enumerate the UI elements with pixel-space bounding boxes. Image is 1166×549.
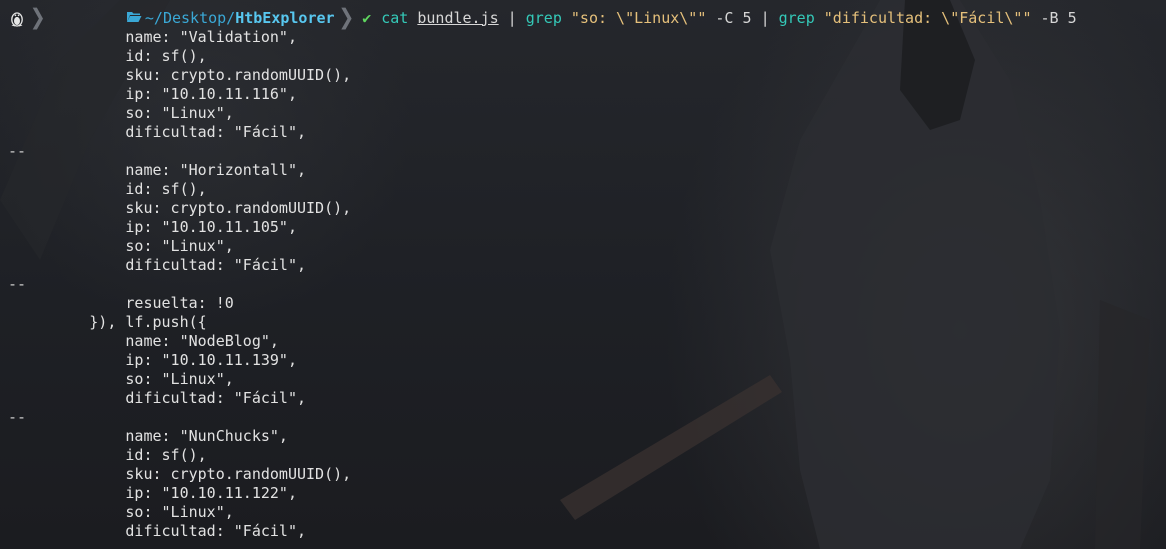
command-line[interactable]: cat bundle.js | grep "so: \"Linux\"" -C …: [381, 9, 1076, 28]
output-line: so: "Linux",: [8, 370, 234, 388]
grep-options-2: -B 5: [1031, 8, 1077, 27]
output-line: name: "NunChucks",: [8, 427, 288, 445]
output-line: so: "Linux",: [8, 237, 234, 255]
output-line: name: "Horizontall",: [8, 161, 307, 179]
pipe-2: |: [760, 8, 779, 27]
pipe-1: |: [498, 8, 526, 27]
output-line: name: "NodeBlog",: [8, 332, 279, 350]
output-line: dificultad: "Fácil",: [8, 389, 307, 407]
output-line: id: sf(),: [8, 47, 207, 65]
output-line: sku: crypto.randomUUID(),: [8, 465, 352, 483]
output-line: ip: "10.10.11.116",: [8, 85, 297, 103]
grep-options-1: -C 5: [706, 8, 761, 27]
output-line: resuelta: !0: [8, 294, 234, 312]
output-line: sku: crypto.randomUUID(),: [8, 66, 352, 84]
output-line: }), lf.push({: [8, 313, 207, 331]
terminal-window[interactable]: ❯ ~/Desktop/ HtbExplorer ❯ ✔ cat bundle.…: [0, 0, 1166, 549]
output-line: ip: "10.10.11.122",: [8, 484, 297, 502]
output-line: name: "Validation",: [8, 28, 297, 46]
output-line: dificultad: "Fácil",: [8, 522, 307, 540]
output-line: sku: crypto.randomUUID(),: [8, 199, 352, 217]
output-line: so: "Linux",: [8, 503, 234, 521]
check-icon: ✔: [362, 8, 372, 27]
grep-pattern-1: "so: \"Linux\"": [570, 8, 707, 27]
output-line: ip: "10.10.11.139",: [8, 351, 297, 369]
grep-command-2: grep: [778, 8, 815, 27]
output-line: ip: "10.10.11.105",: [8, 218, 297, 236]
output-line: id: sf(),: [8, 446, 207, 464]
command-file-arg[interactable]: bundle.js: [417, 9, 498, 27]
output-separator: --: [8, 142, 27, 160]
grep-pattern-2: "dificultad: \"Fácil\"": [823, 8, 1032, 27]
directory-path-leaf: HtbExplorer: [235, 8, 335, 27]
output-line: dificultad: "Fácil",: [8, 256, 307, 274]
output-line: id: sf(),: [8, 180, 207, 198]
output-line: dificultad: "Fácil",: [8, 123, 307, 141]
output-line: so: "Linux",: [8, 104, 234, 122]
output-separator: --: [8, 408, 27, 426]
grep-command-1: grep: [525, 8, 562, 27]
command-output: name: "Validation", id: sf(), sku: crypt…: [8, 28, 351, 541]
directory-path-prefix: ~/Desktop/: [144, 8, 236, 27]
command-name: cat: [381, 8, 409, 27]
output-separator: --: [8, 275, 27, 293]
